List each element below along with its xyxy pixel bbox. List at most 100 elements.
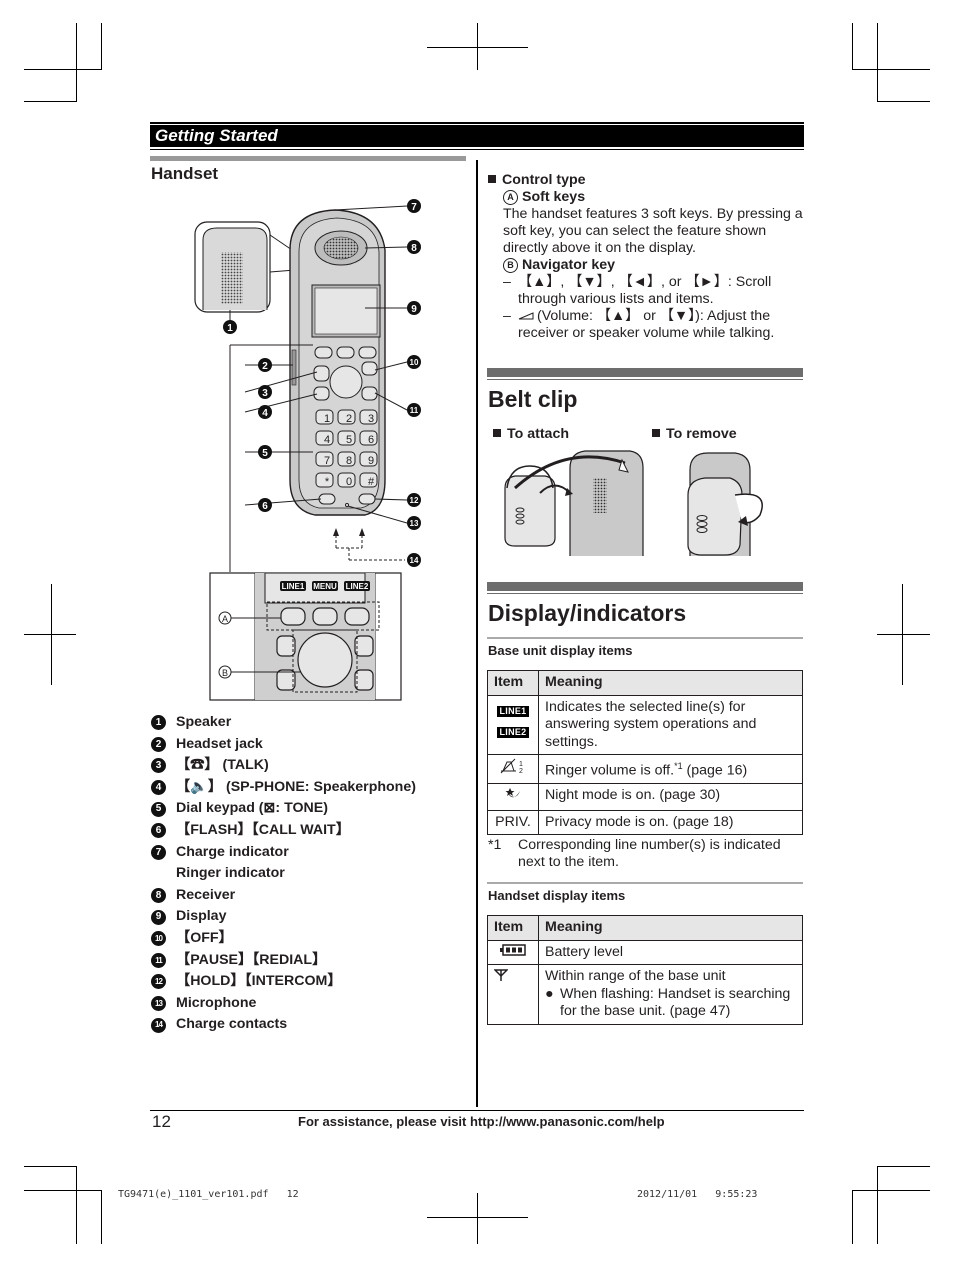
print-meta-datetime: 2012/11/01 9:55:23 xyxy=(637,1189,758,1200)
svg-text:8: 8 xyxy=(411,243,417,254)
svg-text:2: 2 xyxy=(262,361,268,372)
callout-number-icon: 8 xyxy=(151,888,166,904)
part-label: Dial keypad (⊠: TONE) xyxy=(176,800,328,817)
to-remove-label: To remove xyxy=(652,426,737,442)
bullet-icon: ● xyxy=(545,985,554,1002)
table-row: Battery level xyxy=(487,939,803,965)
item-cell xyxy=(487,939,539,965)
part-label: Display xyxy=(176,908,227,925)
column-header-item: Item xyxy=(487,915,539,941)
svg-text:1: 1 xyxy=(519,761,523,768)
handset-diagram: 123 456 789 * 0 # 7 8 9 1 2 3 4 5 6 10 1… xyxy=(194,199,421,701)
part-label: Charge indicator xyxy=(176,843,289,860)
line2-icon: LINE2 xyxy=(497,727,529,738)
belt-clip-remove-illustration xyxy=(687,452,763,556)
handset-heading: Handset xyxy=(151,164,219,183)
speaker-inset xyxy=(194,221,296,313)
soft-keys-title: Soft keys xyxy=(522,189,586,205)
callout-number-icon: 13 xyxy=(151,996,166,1012)
footnote-mark: *1 xyxy=(488,837,502,853)
square-bullet-icon xyxy=(493,429,501,437)
square-bullet-icon xyxy=(652,429,660,437)
navigator-item: – (Volume: 【▲】 or 【▼】): Adjust the receiv… xyxy=(503,308,775,341)
header-rule-bottom xyxy=(150,149,804,150)
belt-clip-section-bar xyxy=(487,368,803,377)
column-header-meaning: Meaning xyxy=(538,915,803,941)
belt-clip-title: Belt clip xyxy=(488,386,578,412)
handset-body: 1 2 3 4 5 6 7 8 9 * 0 # xyxy=(289,209,386,516)
part-label: 【FLASH】【CALL WAIT】 xyxy=(176,821,350,838)
meaning-cell: Battery level xyxy=(538,939,803,965)
svg-text:2: 2 xyxy=(519,768,523,774)
callout-number-icon: 3 xyxy=(151,758,166,774)
base-unit-table: Item Meaning LINE1 LINE2 Indicates the s… xyxy=(487,670,803,836)
subsection-line xyxy=(487,637,803,639)
control-type-block: Control type A Soft keys The handset feat… xyxy=(488,172,806,342)
svg-text:1: 1 xyxy=(324,413,330,425)
svg-text:9: 9 xyxy=(411,304,417,315)
footnote: *1 Corresponding line number(s) is indic… xyxy=(488,837,806,871)
table-row: PRIV. Privacy mode is on. (page 18) xyxy=(487,809,803,836)
svg-text:9: 9 xyxy=(368,455,374,467)
line1-icon: LINE1 xyxy=(497,705,529,717)
svg-text:10: 10 xyxy=(410,358,419,367)
svg-text:6: 6 xyxy=(368,434,374,446)
part-list-item: 8 Receiver xyxy=(151,885,416,907)
parts-list: 1 Speaker 2 Headset jack 3 【☎】 (TALK) 4 【🔈】 (SP… xyxy=(151,712,416,1036)
column-header-meaning: Meaning xyxy=(538,670,803,696)
meaning-cell: Ringer volume is off.*1 (page 16) xyxy=(538,753,803,785)
part-label: 【PAUSE】【REDIAL】 xyxy=(176,951,327,968)
svg-text:5: 5 xyxy=(346,434,352,446)
svg-text:#: # xyxy=(368,476,375,488)
part-list-item: 10 【OFF】 xyxy=(151,928,416,950)
display-section-bar xyxy=(487,582,803,591)
part-list-item: 11 【PAUSE】【REDIAL】 xyxy=(151,950,416,972)
meaning-cell: Within range of the base unit ● When flas… xyxy=(538,964,803,1025)
part-list-item: 2 Headset jack xyxy=(151,734,416,756)
part-list-item: 12 【HOLD】【INTERCOM】 xyxy=(151,971,416,993)
svg-text:0: 0 xyxy=(346,476,352,488)
item-cell: 12 xyxy=(487,753,539,785)
svg-text:7: 7 xyxy=(411,202,417,213)
svg-text:A: A xyxy=(222,614,228,624)
part-list-item: 9 Display xyxy=(151,906,416,928)
column-divider xyxy=(476,160,478,1107)
part-label: Receiver xyxy=(176,886,236,903)
part-list-item: 14 Charge contacts xyxy=(151,1014,416,1036)
part-list-item: 7 Charge indicator xyxy=(151,842,416,864)
callout-number-icon: 12 xyxy=(151,974,166,990)
table-row: Night mode is on. (page 30) xyxy=(487,783,803,811)
callout-number-icon: 1 xyxy=(151,715,166,731)
svg-text:12: 12 xyxy=(410,496,419,505)
ringer-off-icon: 12 xyxy=(499,758,527,778)
meaning-cell: Night mode is on. (page 30) xyxy=(538,783,803,811)
part-list-item: 13 Microphone xyxy=(151,993,416,1015)
callout-number-icon: 5 xyxy=(151,801,166,817)
callout-number-icon: 14 xyxy=(151,1017,166,1033)
navigator-title: Navigator key xyxy=(522,257,616,273)
print-meta-file: TG9471(e)_1101_ver101.pdf 12 xyxy=(118,1189,299,1200)
part-label: Speaker xyxy=(176,714,232,730)
svg-text:3: 3 xyxy=(368,413,374,425)
part-label: 【🔈】 (SP-PHONE: Speakerphone) xyxy=(176,778,416,795)
soft-keys-inset: LINE1 MENU LINE2 A B xyxy=(209,572,402,701)
callout-number-icon: 10 xyxy=(151,931,166,947)
volume-icon xyxy=(518,308,534,320)
part-list-item: 6 【FLASH】【CALL WAIT】 xyxy=(151,820,416,842)
svg-text:4: 4 xyxy=(324,434,330,446)
section-line xyxy=(487,593,803,594)
marker-a-icon: A xyxy=(503,190,518,205)
svg-text:3: 3 xyxy=(262,388,268,399)
part-label: Ringer indicator xyxy=(176,865,285,882)
table-header-row: Item Meaning xyxy=(487,670,803,696)
svg-text:6: 6 xyxy=(262,501,268,512)
part-list-item: 5 Dial keypad (⊠: TONE) xyxy=(151,798,416,820)
part-list-item: 3 【☎】 (TALK) xyxy=(151,755,416,777)
to-attach-label: To attach xyxy=(493,426,569,442)
section-title: Getting Started xyxy=(155,126,278,145)
handset-section-bar xyxy=(150,156,466,161)
subsection-line xyxy=(487,882,803,884)
svg-text:LINE1: LINE1 xyxy=(282,582,305,591)
svg-text:8: 8 xyxy=(346,455,352,467)
svg-text:MENU: MENU xyxy=(313,582,337,591)
